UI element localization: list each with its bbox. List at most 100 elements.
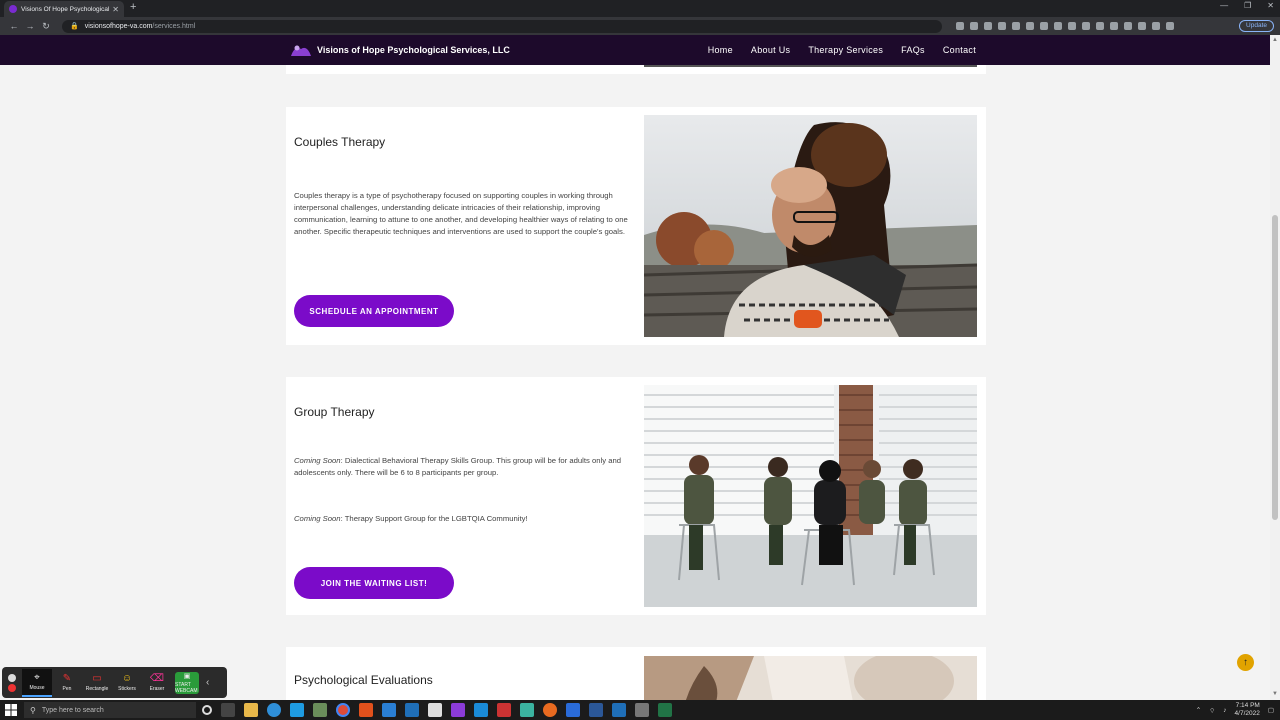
- pause-icon[interactable]: [8, 673, 16, 682]
- nav-contact[interactable]: Contact: [943, 45, 976, 55]
- minimize-icon[interactable]: —: [1220, 1, 1228, 10]
- extension-icon[interactable]: [1124, 22, 1132, 30]
- join-waiting-list-button[interactable]: JOIN THE WAITING LIST!: [294, 567, 454, 599]
- notifications-icon[interactable]: ▢: [1268, 706, 1274, 714]
- file-explorer-icon[interactable]: [244, 703, 258, 717]
- address-bar[interactable]: 🔒 visionsofhope-va.com /services.html: [62, 19, 942, 33]
- extension-icon[interactable]: [1054, 22, 1062, 30]
- scroll-down-icon[interactable]: ▼: [1272, 691, 1278, 697]
- tool-eraser-label: Eraser: [149, 686, 165, 692]
- forward-icon[interactable]: →: [22, 21, 38, 31]
- sticker-icon: ☺: [121, 673, 133, 684]
- stop-record-icon[interactable]: [8, 683, 16, 692]
- collapse-toolbar-icon[interactable]: ‹: [206, 677, 209, 688]
- extension-icon[interactable]: [1110, 22, 1118, 30]
- previous-service-card: [286, 65, 986, 74]
- page-viewport: Visions of Hope Psychological Services, …: [0, 35, 1270, 700]
- group-therapy-card: Group Therapy Coming Soon: Dialectical B…: [286, 377, 986, 615]
- taskbar: ⚲ Type here to search ⌃ ⌔ ♪ 7:14 PM 4/7/…: [0, 700, 1280, 720]
- scrollbar-thumb[interactable]: [1272, 215, 1278, 520]
- couples-therapy-description: Couples therapy is a type of psychothera…: [294, 191, 628, 236]
- windows-start-icon[interactable]: [5, 704, 17, 716]
- coming-soon-label: Coming Soon: [294, 456, 341, 465]
- browser-tab[interactable]: Visions Of Hope Psychological S ✕: [4, 1, 124, 17]
- tool-pen[interactable]: ✎ Pen: [52, 669, 82, 697]
- back-to-top-button[interactable]: ↑: [1237, 654, 1254, 671]
- extension-icon[interactable]: [970, 22, 978, 30]
- main-nav: Home About Us Therapy Services FAQs Cont…: [708, 45, 976, 55]
- volume-icon[interactable]: ♪: [1223, 707, 1226, 714]
- cortana-icon[interactable]: [202, 705, 212, 715]
- tool-rectangle[interactable]: ▭ Rectangle: [82, 669, 112, 697]
- nav-therapy-services[interactable]: Therapy Services: [808, 45, 883, 55]
- tray-chevron-icon[interactable]: ⌃: [1196, 706, 1201, 714]
- extension-icon[interactable]: [1026, 22, 1034, 30]
- extension-icon[interactable]: [984, 22, 992, 30]
- couples-therapy-photo: [644, 115, 977, 337]
- network-icon[interactable]: ⌔: [1209, 706, 1215, 715]
- eraser-icon: ⌫: [149, 673, 165, 684]
- page-scrollbar[interactable]: ▲ ▼: [1270, 35, 1280, 700]
- extension-icon[interactable]: [1138, 22, 1146, 30]
- app-icon[interactable]: [474, 703, 488, 717]
- excel-icon[interactable]: [658, 703, 672, 717]
- back-icon[interactable]: ←: [6, 21, 22, 31]
- extension-icon[interactable]: [1012, 22, 1020, 30]
- taskbar-apps: [202, 703, 672, 717]
- office-icon[interactable]: [359, 703, 373, 717]
- nav-about-us[interactable]: About Us: [751, 45, 790, 55]
- extension-icon[interactable]: [1040, 22, 1048, 30]
- close-tab-icon[interactable]: ✕: [112, 5, 119, 14]
- tool-eraser[interactable]: ⌫ Eraser: [142, 669, 172, 697]
- app-icon[interactable]: [405, 703, 419, 717]
- search-icon: ⚲: [30, 705, 36, 715]
- tool-pen-label: Pen: [62, 686, 72, 692]
- nav-faqs[interactable]: FAQs: [901, 45, 925, 55]
- app-icon[interactable]: [313, 703, 327, 717]
- firefox-icon[interactable]: [543, 703, 557, 717]
- chrome-icon[interactable]: [336, 703, 350, 717]
- start-webcam-button[interactable]: ▣ START WEBCAM: [175, 671, 199, 694]
- onenote-icon[interactable]: [451, 703, 465, 717]
- clock[interactable]: 7:14 PM 4/7/2022: [1235, 702, 1260, 718]
- reload-icon[interactable]: ↻: [38, 21, 54, 32]
- maximize-icon[interactable]: ❐: [1244, 1, 1251, 10]
- extension-icon[interactable]: [1152, 22, 1160, 30]
- psychological-evaluations-card: Psychological Evaluations: [286, 647, 986, 700]
- extension-icon[interactable]: [1082, 22, 1090, 30]
- app-icon[interactable]: [520, 703, 534, 717]
- extension-icon[interactable]: [998, 22, 1006, 30]
- window-controls: — ❐ ✕: [1220, 1, 1274, 10]
- taskbar-search[interactable]: ⚲ Type here to search: [24, 702, 196, 718]
- tool-mouse[interactable]: ⌖ Mouse: [22, 668, 52, 697]
- app-icon[interactable]: [566, 703, 580, 717]
- word-icon[interactable]: [589, 703, 603, 717]
- site-navbar: Visions of Hope Psychological Services, …: [0, 35, 1270, 65]
- extension-icon[interactable]: [1096, 22, 1104, 30]
- schedule-appointment-button[interactable]: SCHEDULE AN APPOINTMENT: [294, 295, 454, 327]
- tool-stickers[interactable]: ☺ Stickers: [112, 669, 142, 697]
- extension-icon[interactable]: [956, 22, 964, 30]
- brand[interactable]: Visions of Hope Psychological Services, …: [289, 43, 510, 57]
- app-icon[interactable]: [497, 703, 511, 717]
- app-icon[interactable]: [428, 703, 442, 717]
- nav-home[interactable]: Home: [708, 45, 733, 55]
- app-icon[interactable]: [290, 703, 304, 717]
- close-window-icon[interactable]: ✕: [1267, 1, 1274, 10]
- app-icon[interactable]: [612, 703, 626, 717]
- task-view-icon[interactable]: [221, 703, 235, 717]
- url-path: /services.html: [152, 22, 196, 30]
- brand-logo-icon: [291, 45, 311, 56]
- group-therapy-photo: [644, 385, 977, 607]
- edge-icon[interactable]: [267, 703, 281, 717]
- tool-stickers-label: Stickers: [118, 686, 136, 692]
- scroll-up-icon[interactable]: ▲: [1272, 37, 1278, 43]
- couples-therapy-title: Couples Therapy: [294, 135, 386, 149]
- app-icon[interactable]: [635, 703, 649, 717]
- extension-icon[interactable]: [1166, 22, 1174, 30]
- group-therapy-item-lgbtqia-text: : Therapy Support Group for the LGBTQIA …: [340, 514, 528, 523]
- extension-icon[interactable]: [1068, 22, 1076, 30]
- new-tab-icon[interactable]: +: [130, 1, 136, 13]
- update-button[interactable]: Update: [1239, 20, 1274, 32]
- vscode-icon[interactable]: [382, 703, 396, 717]
